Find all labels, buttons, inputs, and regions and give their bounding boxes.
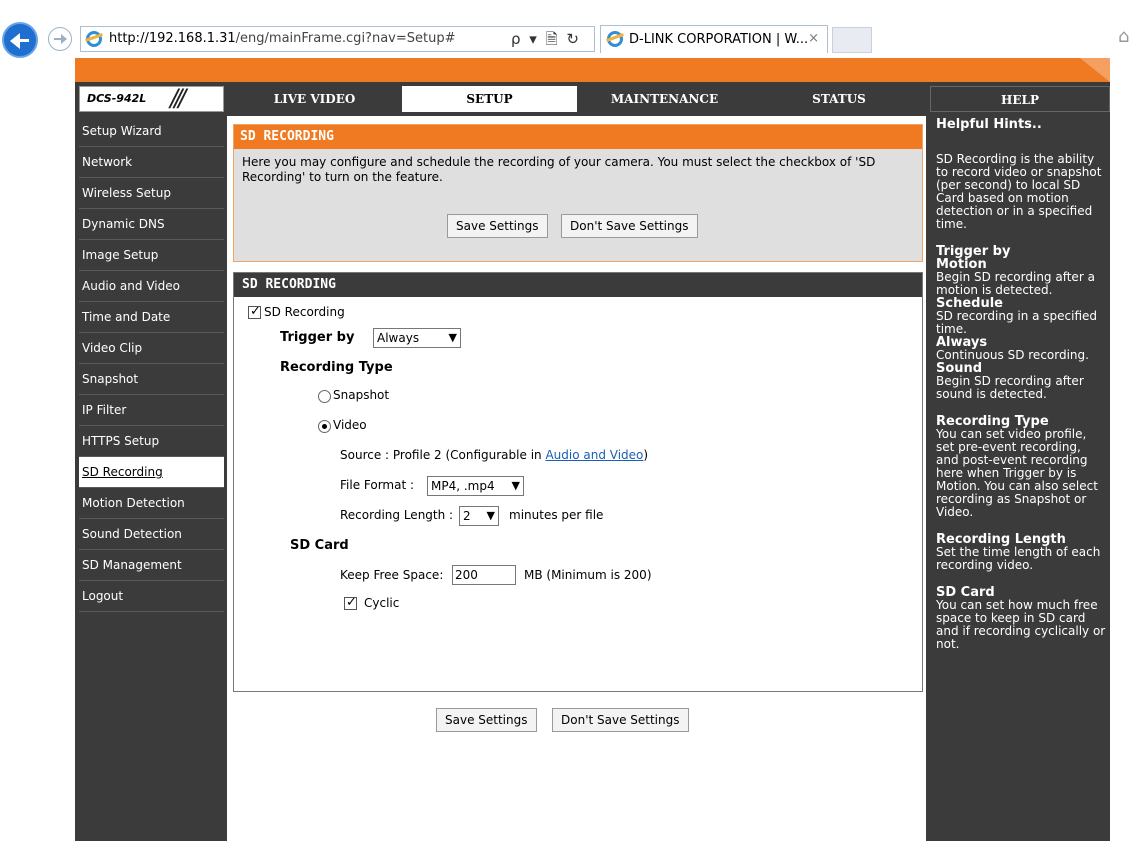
main-content: SD RECORDING Here you may configure and …: [227, 116, 926, 841]
bottom-save-settings-button[interactable]: Save Settings: [436, 708, 537, 732]
intro-panel-title: SD RECORDING: [234, 125, 922, 149]
cyclic-checkbox[interactable]: [344, 595, 357, 610]
forward-arrow-icon[interactable]: [48, 27, 72, 51]
top-orange-strip: [75, 58, 1110, 82]
sidebar-item-time-and-date[interactable]: Time and Date: [79, 302, 224, 333]
intro-panel: SD RECORDING Here you may configure and …: [233, 124, 923, 262]
tab-maintenance[interactable]: MAINTENANCE: [577, 86, 752, 112]
ie-logo-icon: [86, 31, 102, 47]
new-tab-button[interactable]: [832, 27, 872, 53]
keep-free-space-unit: MB (Minimum is 200): [524, 568, 652, 582]
sidebar-item-motion-detection[interactable]: Motion Detection: [79, 488, 224, 519]
sidebar-item-ip-filter[interactable]: IP Filter: [79, 395, 224, 426]
help-intro: SD Recording is the ability to record vi…: [936, 152, 1102, 231]
sd-recording-checkbox[interactable]: [248, 304, 261, 319]
trigger-by-select[interactable]: Always ▼: [373, 328, 461, 348]
browser-chrome: http://192.168.1.31/eng/mainFrame.cgi?na…: [0, 0, 1131, 58]
sidebar-item-snapshot[interactable]: Snapshot: [79, 364, 224, 395]
file-format-select[interactable]: MP4, .mp4 ▼: [427, 476, 524, 496]
sidebar-item-dynamic-dns[interactable]: Dynamic DNS: [79, 209, 224, 240]
ie-logo-icon: [607, 31, 623, 47]
keep-free-space-input[interactable]: 200: [452, 565, 516, 585]
video-label: Video: [333, 418, 367, 432]
sidebar-item-audio-and-video[interactable]: Audio and Video: [79, 271, 224, 302]
snapshot-radio[interactable]: [318, 390, 331, 403]
cyclic-label: Cyclic: [364, 596, 400, 610]
file-format-label: File Format :: [340, 478, 415, 492]
video-radio[interactable]: [318, 420, 331, 433]
help-panel: HELP Helpful Hints.. SD Recording is the…: [930, 86, 1110, 841]
sd-card-label: SD Card: [290, 538, 349, 553]
tab-status[interactable]: STATUS: [752, 86, 926, 112]
help-reclen-text: Set the time length of each recording vi…: [936, 545, 1101, 572]
recording-type-label: Recording Type: [280, 360, 393, 375]
settings-panel: SD RECORDING SD Recording Trigger by Alw…: [233, 272, 923, 692]
tab-live-video[interactable]: LIVE VIDEO: [227, 86, 402, 112]
help-rectype-text: You can set video profile, set pre-event…: [936, 427, 1098, 519]
recording-length-unit: minutes per file: [509, 508, 604, 522]
tab-setup[interactable]: SETUP: [402, 86, 577, 112]
sidebar-item-setup-wizard[interactable]: Setup Wizard: [79, 116, 224, 147]
dont-save-settings-button[interactable]: Don't Save Settings: [561, 214, 698, 238]
sidebar-item-network[interactable]: Network: [79, 147, 224, 178]
trigger-by-label: Trigger by: [280, 330, 355, 345]
sidebar-item-sd-management[interactable]: SD Management: [79, 550, 224, 581]
sidebar-item-sound-detection[interactable]: Sound Detection: [79, 519, 224, 550]
address-tools-icons[interactable]: ρ ▾ 🗎 ↻: [511, 29, 581, 54]
browser-tab[interactable]: D-LINK CORPORATION | W... ×: [600, 25, 828, 53]
recording-length-select[interactable]: 2 ▼: [459, 506, 499, 526]
sd-recording-label: SD Recording: [264, 305, 345, 319]
tab-help[interactable]: HELP: [930, 86, 1110, 112]
bottom-dont-save-settings-button[interactable]: Don't Save Settings: [552, 708, 689, 732]
help-schedule-text: SD recording in a specified time.: [936, 309, 1098, 336]
keep-free-space-label: Keep Free Space:: [340, 568, 444, 582]
source-text: Source : Profile 2 (Configurable in Audi…: [340, 448, 649, 462]
model-logo: DCS-942L ///: [79, 84, 224, 112]
camera-web-ui: DCS-942L /// LIVE VIDEO SETUP MAINTENANC…: [75, 58, 1110, 841]
help-sound-text: Begin SD recording after sound is detect…: [936, 374, 1084, 401]
audio-and-video-link[interactable]: Audio and Video: [545, 448, 643, 462]
url-text[interactable]: http://192.168.1.31/eng/mainFrame.cgi?na…: [109, 31, 455, 46]
chevron-down-icon: ▼: [511, 479, 520, 492]
settings-panel-title: SD RECORDING: [234, 273, 922, 297]
home-icon[interactable]: ⌂: [1118, 26, 1129, 47]
sidebar-item-image-setup[interactable]: Image Setup: [79, 240, 224, 271]
help-motion-text: Begin SD recording after a motion is det…: [936, 270, 1095, 297]
sidebar-item-sd-recording[interactable]: SD Recording: [79, 457, 224, 488]
close-icon[interactable]: ×: [808, 31, 819, 46]
address-bar[interactable]: http://192.168.1.31/eng/mainFrame.cgi?na…: [80, 26, 595, 52]
help-title: Helpful Hints..: [936, 117, 1042, 132]
snapshot-label: Snapshot: [333, 388, 390, 402]
chevron-down-icon: ▼: [486, 509, 495, 522]
sidebar-item-https-setup[interactable]: HTTPS Setup: [79, 426, 224, 457]
back-arrow-icon[interactable]: [2, 22, 38, 58]
intro-text: Here you may configure and schedule the …: [242, 155, 876, 184]
save-settings-button[interactable]: Save Settings: [447, 214, 548, 238]
help-sdcard-text: You can set how much free space to keep …: [936, 598, 1106, 651]
sidebar-item-wireless-setup[interactable]: Wireless Setup: [79, 178, 224, 209]
help-body: Helpful Hints.. SD Recording is the abil…: [930, 112, 1110, 651]
sidebar: Setup Wizard Network Wireless Setup Dyna…: [79, 116, 224, 612]
recording-length-label: Recording Length :: [340, 508, 454, 522]
sidebar-item-video-clip[interactable]: Video Clip: [79, 333, 224, 364]
sidebar-item-logout[interactable]: Logout: [79, 581, 224, 612]
tab-title: D-LINK CORPORATION | W...: [629, 32, 809, 47]
chevron-down-icon: ▼: [448, 331, 457, 344]
